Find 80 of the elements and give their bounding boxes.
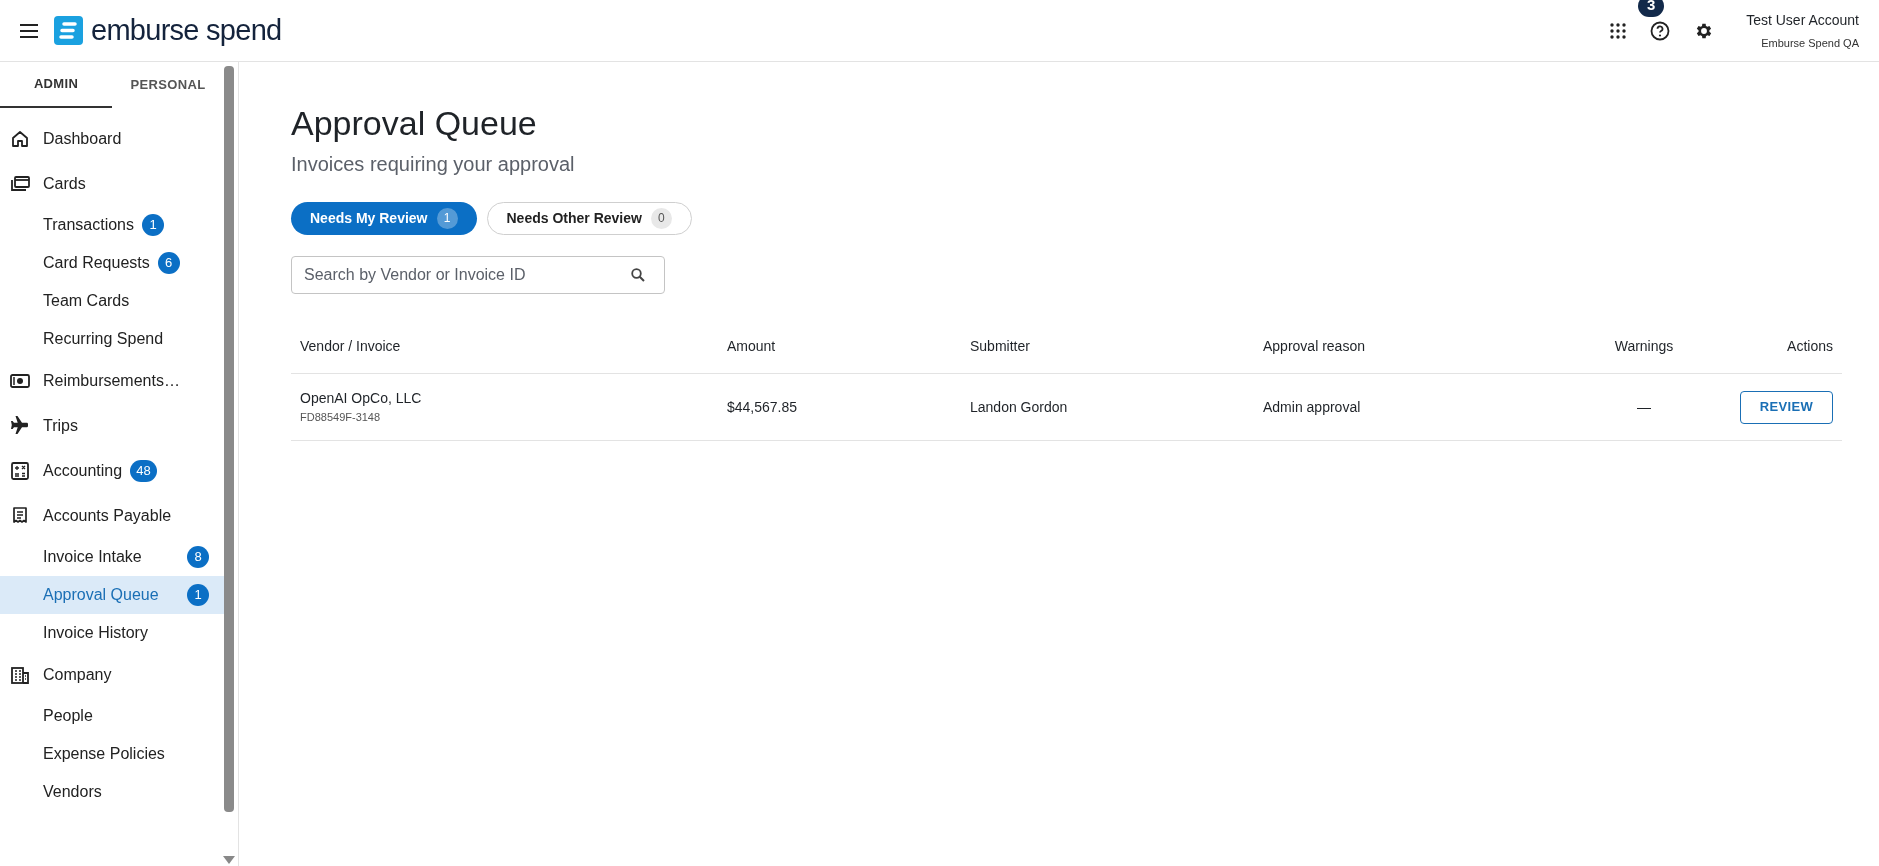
scrollbar[interactable] (224, 66, 234, 812)
nav-label: Cards (43, 173, 86, 194)
nav-item[interactable]: Trips (0, 403, 224, 448)
scroll-down-icon[interactable] (223, 856, 235, 864)
nav-label: Vendors (43, 782, 102, 802)
table-cell: — (1637, 398, 1651, 415)
count-badge: 1 (142, 214, 164, 236)
search-icon[interactable] (631, 267, 645, 282)
nav-label: Expense Policies (43, 744, 165, 764)
review-button[interactable]: REVIEW (1739, 390, 1833, 424)
menu-icon[interactable] (20, 23, 38, 38)
nav-item[interactable]: Accounting 48 (0, 448, 224, 493)
filter-tab[interactable]: Needs Other Review 0 (486, 201, 692, 235)
search-field[interactable]: Search by Vendor or Invoice ID (291, 255, 665, 294)
nav-item[interactable]: Transactions 1 (0, 206, 224, 244)
nav-item[interactable]: Card Requests 6 (0, 244, 224, 282)
receipt-icon (10, 505, 30, 526)
nav-label: Trips (43, 415, 78, 436)
nav-item[interactable]: Recurring Spend (0, 320, 224, 358)
nav-label: Invoice History (43, 623, 148, 643)
nav-item[interactable]: Accounts Payable (0, 493, 224, 538)
apps-grid-icon[interactable] (1610, 22, 1627, 39)
nav-label: Invoice Intake (43, 547, 142, 567)
nav-label: Company (43, 664, 112, 685)
nav-label: Team Cards (43, 291, 130, 311)
nav-label: Transactions (43, 215, 134, 235)
airplane-icon (10, 415, 30, 436)
nav-label: Card Requests (43, 253, 150, 273)
page-subtitle: Invoices requiring your approval (291, 151, 576, 177)
nav-item[interactable]: Approval Queue 1 (0, 576, 224, 614)
nav-item[interactable]: Reimbursements… (0, 358, 224, 403)
filter-label: Needs Other Review (506, 208, 642, 228)
cards-icon (10, 173, 30, 194)
column-header: Amount (727, 337, 776, 354)
nav-item[interactable]: Expense Policies (0, 735, 224, 773)
nav-label: Recurring Spend (43, 329, 164, 349)
calculator-icon (10, 460, 30, 481)
nav-label: Approval Queue (43, 585, 159, 605)
logo-icon (54, 16, 83, 45)
filter-tab[interactable]: Needs My Review 1 (291, 201, 477, 235)
home-icon (10, 128, 30, 149)
building-icon (10, 664, 30, 685)
count-badge: 0 (650, 207, 672, 229)
column-header: Submitter (970, 337, 1030, 354)
notification-badge: 3 (1638, 0, 1665, 17)
nav-label: Accounting (43, 460, 123, 481)
count-badge: 8 (187, 546, 209, 568)
table-cell: Landon Gordon (970, 398, 1068, 415)
count-badge: 48 (130, 459, 157, 482)
column-header: Approval reason (1263, 337, 1365, 354)
vendor-name: OpenAI OpCo, LLC (300, 389, 423, 409)
nav-label: Dashboard (43, 128, 122, 149)
column-header: Warnings (1614, 337, 1674, 354)
nav-item[interactable]: People (0, 697, 224, 735)
logo-text: emburse spend (91, 12, 282, 48)
help-icon[interactable] (1650, 20, 1671, 41)
nav-label: People (43, 706, 93, 726)
count-badge: 6 (157, 252, 180, 274)
page-title: Approval Queue (291, 103, 538, 144)
nav-item[interactable]: Dashboard (0, 116, 224, 161)
user-name[interactable]: Test User Account (1746, 9, 1859, 31)
column-header: Vendor / Invoice (300, 337, 401, 354)
nav-item[interactable]: Vendors (0, 773, 224, 811)
count-badge: 1 (187, 584, 209, 606)
nav-item[interactable]: Invoice History (0, 614, 224, 652)
table-cell: Admin approval (1263, 398, 1361, 415)
nav-item[interactable]: Cards (0, 161, 224, 206)
table-cell: $44,567.85 (727, 398, 798, 415)
sidebar-tab[interactable]: PERSONAL (112, 62, 224, 108)
nav-label: Reimbursements… (43, 370, 180, 391)
sidebar-tab[interactable]: ADMIN (0, 62, 112, 108)
nav-item[interactable]: Company (0, 652, 224, 697)
column-header: Actions (1787, 337, 1833, 354)
nav-label: Accounts Payable (43, 505, 172, 526)
count-badge: 1 (436, 207, 458, 229)
invoice-id: FD88549F-3148 (300, 410, 382, 426)
nav-item[interactable]: Invoice Intake 8 (0, 538, 224, 576)
company-name: Emburse Spend QA (1761, 35, 1859, 51)
nav-item[interactable]: Team Cards (0, 282, 224, 320)
filter-label: Needs My Review (310, 208, 428, 228)
